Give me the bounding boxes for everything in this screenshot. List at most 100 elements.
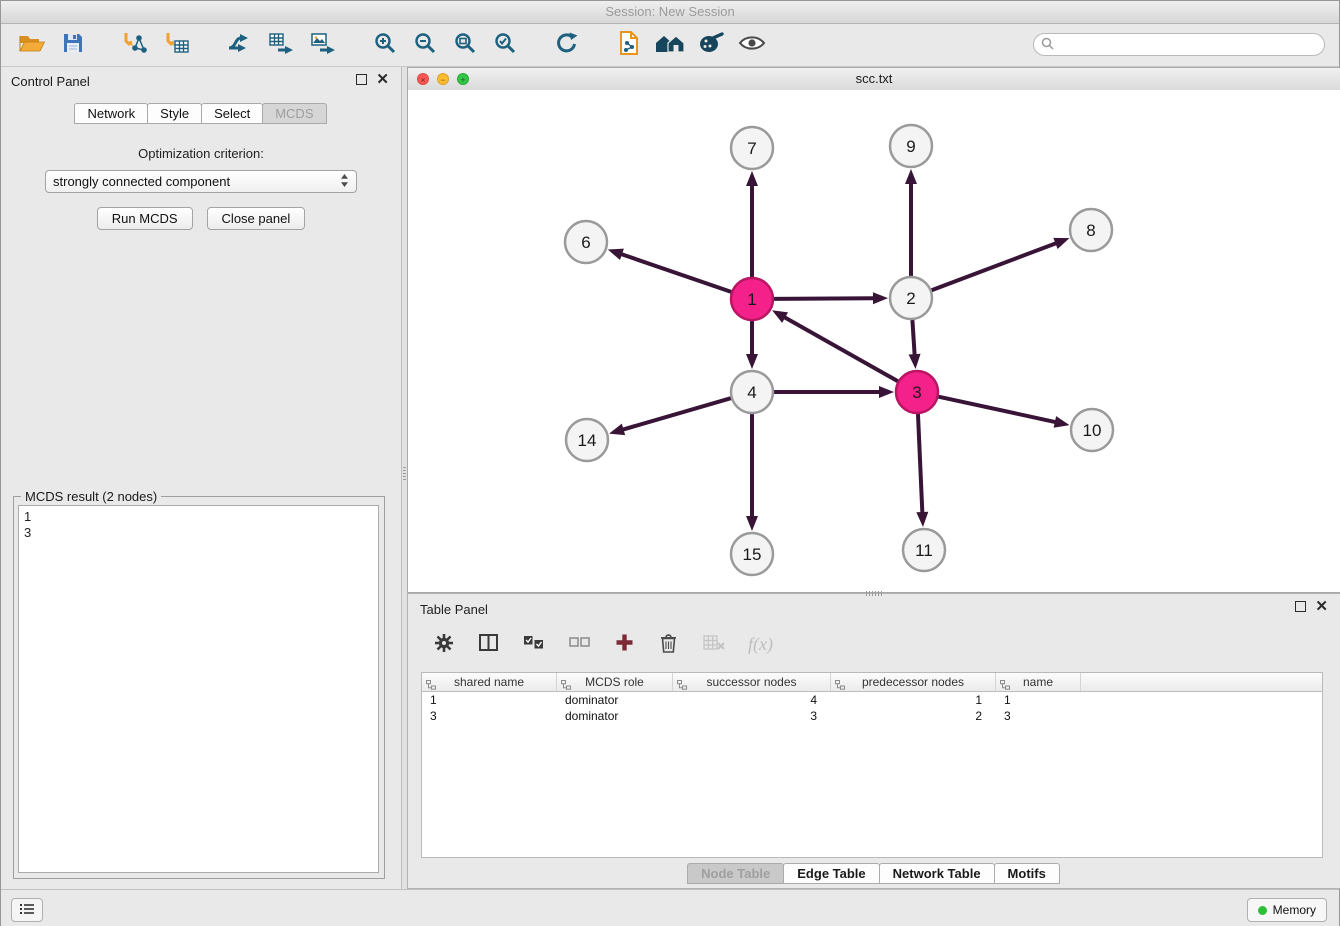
network-view-title: scc.txt bbox=[408, 68, 1340, 90]
memory-button[interactable]: Memory bbox=[1247, 898, 1327, 922]
search-box[interactable] bbox=[1033, 33, 1325, 56]
function-builder-label[interactable]: f(x) bbox=[748, 634, 773, 655]
panel-menu-button[interactable] bbox=[11, 898, 43, 922]
run-mcds-button[interactable]: Run MCDS bbox=[97, 207, 193, 230]
svg-text:10: 10 bbox=[1083, 421, 1102, 440]
graph-node-6[interactable]: 6 bbox=[565, 221, 607, 263]
tab-network-table[interactable]: Network Table bbox=[879, 863, 995, 884]
show-hide-details-button[interactable] bbox=[736, 29, 768, 61]
table-cell[interactable]: dominator bbox=[557, 692, 673, 708]
export-image-button[interactable] bbox=[307, 29, 339, 61]
graph-edge-3-10[interactable] bbox=[938, 397, 1055, 422]
table-cell[interactable]: 3 bbox=[673, 708, 831, 724]
svg-text:8: 8 bbox=[1086, 221, 1095, 240]
network-view-titlebar[interactable]: × − + scc.txt bbox=[408, 68, 1340, 91]
edge-arrowhead bbox=[746, 171, 758, 186]
import-table-button[interactable] bbox=[161, 29, 193, 61]
table-settings-button[interactable] bbox=[432, 632, 456, 656]
zoom-selected-button[interactable] bbox=[489, 29, 521, 61]
close-table-panel-icon[interactable]: ✕ bbox=[1315, 602, 1328, 612]
column-label: MCDS role bbox=[585, 675, 644, 689]
tab-edge-table[interactable]: Edge Table bbox=[783, 863, 879, 884]
graph-node-11[interactable]: 11 bbox=[903, 529, 945, 571]
table-cell[interactable]: 1 bbox=[831, 692, 996, 708]
table-cell[interactable]: 4 bbox=[673, 692, 831, 708]
save-session-button[interactable] bbox=[57, 29, 89, 61]
new-network-button[interactable] bbox=[223, 29, 255, 61]
trash-icon bbox=[660, 633, 677, 656]
table-cell[interactable]: 1 bbox=[422, 692, 557, 708]
column-label: name bbox=[1023, 675, 1053, 689]
clone-network-button[interactable] bbox=[613, 29, 645, 61]
zoom-in-button[interactable] bbox=[369, 29, 401, 61]
column-header-name[interactable]: name bbox=[996, 673, 1081, 691]
column-edit-icon bbox=[835, 677, 845, 695]
style-preview-button[interactable] bbox=[695, 29, 727, 61]
graph-edge-1-2[interactable] bbox=[774, 298, 874, 299]
graph-node-4[interactable]: 4 bbox=[731, 371, 773, 413]
graph-node-14[interactable]: 14 bbox=[566, 419, 608, 461]
graph-node-8[interactable]: 8 bbox=[1070, 209, 1112, 251]
graph-edge-2-8[interactable] bbox=[932, 243, 1057, 290]
graph-node-2[interactable]: 2 bbox=[890, 277, 932, 319]
zoom-out-button[interactable] bbox=[409, 29, 441, 61]
mcds-result-list[interactable]: 13 bbox=[18, 505, 379, 873]
export-table-icon bbox=[268, 31, 294, 58]
graph-edge-4-14[interactable] bbox=[623, 398, 731, 430]
tab-select[interactable]: Select bbox=[201, 103, 263, 124]
graph-node-15[interactable]: 15 bbox=[731, 533, 773, 575]
delete-row-button[interactable] bbox=[656, 632, 680, 656]
column-header-predecessor-nodes[interactable]: predecessor nodes bbox=[831, 673, 996, 691]
graph-edge-1-6[interactable] bbox=[621, 254, 731, 292]
refresh-view-button[interactable] bbox=[551, 29, 583, 61]
window-titlebar[interactable]: Session: New Session bbox=[1, 1, 1339, 24]
table-cell[interactable]: 3 bbox=[422, 708, 557, 724]
graph-edge-3-11[interactable] bbox=[918, 414, 922, 513]
return-to-gallery-button[interactable] bbox=[654, 29, 686, 61]
float-panel-icon[interactable] bbox=[356, 74, 367, 85]
show-column-panel-button[interactable] bbox=[476, 632, 500, 656]
graph-edge-3-1[interactable] bbox=[784, 317, 898, 381]
graph-node-7[interactable]: 7 bbox=[731, 127, 773, 169]
delete-table-button[interactable] bbox=[700, 632, 728, 656]
graph-node-3[interactable]: 3 bbox=[896, 371, 938, 413]
svg-text:2: 2 bbox=[906, 289, 915, 308]
deselect-all-button[interactable] bbox=[566, 632, 592, 656]
column-header-shared-name[interactable]: shared name bbox=[422, 673, 557, 691]
criterion-dropdown[interactable]: strongly connected component bbox=[45, 170, 357, 193]
close-panel-button[interactable]: Close panel bbox=[207, 207, 306, 230]
column-header-MCDS-role[interactable]: MCDS role bbox=[557, 673, 673, 691]
edge-arrowhead bbox=[608, 249, 624, 260]
zoom-fit-button[interactable] bbox=[449, 29, 481, 61]
select-all-button[interactable] bbox=[520, 632, 546, 656]
export-table-button[interactable] bbox=[265, 29, 297, 61]
column-header-successor-nodes[interactable]: successor nodes bbox=[673, 673, 831, 691]
palette-brush-icon bbox=[698, 32, 724, 57]
graph-node-9[interactable]: 9 bbox=[890, 125, 932, 167]
table-row[interactable]: 3dominator323 bbox=[422, 708, 1322, 724]
tab-mcds[interactable]: MCDS bbox=[262, 103, 326, 124]
tab-style[interactable]: Style bbox=[147, 103, 202, 124]
tab-network[interactable]: Network bbox=[74, 103, 148, 124]
edge-arrowhead bbox=[879, 386, 894, 398]
graph-edge-2-3[interactable] bbox=[912, 320, 914, 355]
network-graph[interactable]: 7 9 6 8 1 2 4 3 14 10 15 11 bbox=[408, 90, 1340, 592]
search-input[interactable] bbox=[1059, 37, 1317, 53]
eye-icon bbox=[738, 34, 766, 55]
search-icon bbox=[1041, 37, 1054, 53]
float-table-panel-icon[interactable] bbox=[1295, 601, 1306, 612]
add-row-button[interactable] bbox=[612, 632, 636, 656]
table-row[interactable]: 1dominator411 bbox=[422, 692, 1322, 708]
edge-arrowhead bbox=[909, 354, 921, 369]
network-canvas[interactable]: 7 9 6 8 1 2 4 3 14 10 15 11 bbox=[408, 90, 1340, 592]
tab-motifs[interactable]: Motifs bbox=[994, 863, 1060, 884]
import-network-button[interactable] bbox=[119, 29, 151, 61]
table-cell[interactable]: 2 bbox=[831, 708, 996, 724]
table-cell[interactable]: 3 bbox=[996, 708, 1081, 724]
graph-node-10[interactable]: 10 bbox=[1071, 409, 1113, 451]
close-panel-icon[interactable]: ✕ bbox=[376, 75, 389, 85]
open-session-button[interactable] bbox=[15, 29, 47, 61]
graph-node-1[interactable]: 1 bbox=[731, 278, 773, 320]
tab-node-table[interactable]: Node Table bbox=[687, 863, 784, 884]
table-cell[interactable]: dominator bbox=[557, 708, 673, 724]
